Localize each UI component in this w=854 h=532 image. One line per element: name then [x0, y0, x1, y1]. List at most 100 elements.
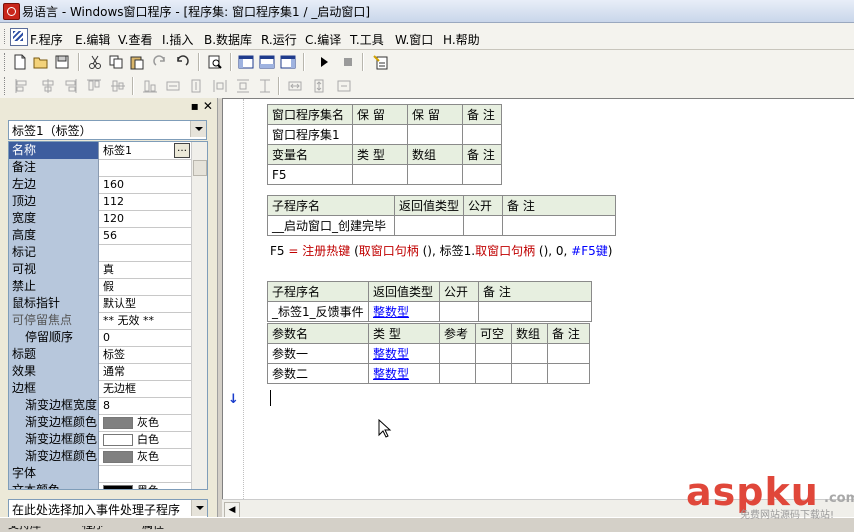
- table-cell[interactable]: __启动窗口_创建完毕: [267, 215, 395, 236]
- center-icon[interactable]: [257, 78, 273, 94]
- table-cell[interactable]: 参数二: [267, 363, 369, 384]
- table-cell[interactable]: 整数型: [368, 363, 440, 384]
- paste-icon[interactable]: [129, 54, 145, 70]
- menu-grip[interactable]: [4, 29, 8, 44]
- vertical-center-icon[interactable]: [311, 78, 327, 94]
- panel-close-icon[interactable]: ▪ ✕: [191, 99, 213, 113]
- toolbar-grip[interactable]: [4, 53, 8, 71]
- property-row[interactable]: 可停留焦点 ** 无效 **: [9, 312, 191, 330]
- table-cell[interactable]: 公开: [439, 281, 479, 302]
- menu-program[interactable]: F.程序: [30, 31, 63, 48]
- property-value[interactable]: 通常: [100, 363, 191, 380]
- chevron-down-icon[interactable]: [190, 121, 206, 137]
- table-cell[interactable]: [475, 363, 512, 384]
- menu-edit[interactable]: E.编辑: [75, 31, 110, 48]
- table-cell[interactable]: [439, 363, 476, 384]
- tab-order-icon[interactable]: [336, 78, 352, 94]
- chevron-down-icon[interactable]: [191, 500, 207, 516]
- align-right-icon[interactable]: [62, 78, 78, 94]
- scroll-thumb[interactable]: [193, 160, 207, 176]
- property-row[interactable]: 鼠标指针 默认型: [9, 295, 191, 313]
- undo-icon[interactable]: [174, 54, 190, 70]
- property-value[interactable]: 160: [100, 176, 191, 193]
- menu-insert[interactable]: I.插入: [162, 31, 193, 48]
- property-value[interactable]: 假: [100, 278, 191, 295]
- property-value[interactable]: 灰色: [100, 414, 191, 431]
- toolbar-grip[interactable]: [4, 77, 8, 95]
- table-cell[interactable]: 可空: [475, 323, 512, 344]
- scroll-up-icon[interactable]: [193, 143, 205, 157]
- menu-compile[interactable]: C.编译: [305, 31, 341, 48]
- redo-icon[interactable]: [152, 54, 168, 70]
- property-value[interactable]: [100, 244, 191, 261]
- menu-run[interactable]: R.运行: [261, 31, 297, 48]
- menu-database[interactable]: B.数据库: [204, 31, 252, 48]
- table-cell[interactable]: 窗口程序集1: [267, 124, 353, 145]
- stop-icon[interactable]: [340, 54, 356, 70]
- table-cell[interactable]: F5: [267, 164, 353, 185]
- table-cell[interactable]: 整数型: [368, 343, 440, 364]
- align-bottom-icon[interactable]: [142, 78, 158, 94]
- scroll-left-icon[interactable]: ◀: [224, 502, 240, 518]
- property-row[interactable]: 字体: [9, 465, 191, 483]
- property-value[interactable]: 56: [100, 227, 191, 244]
- property-value[interactable]: [100, 159, 191, 176]
- property-row[interactable]: 渐变边框颜色 灰色: [9, 448, 191, 466]
- new-file-icon[interactable]: [12, 54, 28, 70]
- same-height-icon[interactable]: [188, 78, 204, 94]
- run-icon[interactable]: [316, 54, 332, 70]
- table-cell[interactable]: 参数一: [267, 343, 369, 364]
- property-row[interactable]: 停留顺序 0: [9, 329, 191, 347]
- debug-icon[interactable]: [372, 54, 388, 70]
- table-cell[interactable]: 返回值类型: [368, 281, 440, 302]
- property-row[interactable]: 左边 160: [9, 176, 191, 194]
- table-cell[interactable]: [463, 215, 504, 236]
- table-cell[interactable]: 备 注: [547, 323, 590, 344]
- property-row[interactable]: 备注: [9, 159, 191, 177]
- property-value[interactable]: 标签: [100, 346, 191, 363]
- table-cell[interactable]: 公开: [463, 195, 504, 216]
- table-cell[interactable]: 数组: [511, 323, 548, 344]
- property-value[interactable]: 白色: [100, 431, 191, 448]
- code-line[interactable]: F5 = 注册热键 (取窗口句柄 (), 标签1.取窗口句柄 (), 0, #F…: [270, 242, 612, 259]
- table-cell[interactable]: [439, 343, 476, 364]
- property-value[interactable]: 默认型: [100, 295, 191, 312]
- same-width-icon[interactable]: [165, 78, 181, 94]
- layout3-icon[interactable]: [280, 54, 296, 70]
- horizontal-center-icon[interactable]: [287, 78, 303, 94]
- table-cell[interactable]: _标签1_反馈事件: [267, 301, 369, 322]
- table-cell[interactable]: [407, 124, 463, 145]
- property-value[interactable]: 灰色: [100, 448, 191, 465]
- table-cell[interactable]: 参考: [439, 323, 476, 344]
- property-value[interactable]: 0: [100, 329, 191, 346]
- table-cell[interactable]: [547, 363, 590, 384]
- code-editor[interactable]: ↓ 窗口程序集名保 留保 留备 注窗口程序集1 变量名类 型数组备 注 F5 子程序…: [222, 98, 854, 499]
- table-cell[interactable]: 整数型: [368, 301, 440, 322]
- table-cell[interactable]: 类 型: [368, 323, 440, 344]
- menu-window[interactable]: W.窗口: [395, 31, 433, 48]
- v-space-icon[interactable]: [235, 78, 251, 94]
- align-left-icon[interactable]: [14, 78, 30, 94]
- property-scrollbar[interactable]: [191, 142, 207, 489]
- save-icon[interactable]: [54, 54, 70, 70]
- property-row[interactable]: 名称 标签1…: [9, 142, 191, 160]
- table-cell[interactable]: 备 注: [462, 144, 502, 165]
- table-cell[interactable]: 返回值类型: [393, 195, 465, 216]
- table-cell[interactable]: 备 注: [462, 104, 502, 125]
- table-cell[interactable]: [511, 363, 548, 384]
- property-value[interactable]: 标签1…: [100, 142, 191, 159]
- property-row[interactable]: 高度 56: [9, 227, 191, 245]
- table-cell[interactable]: [407, 164, 463, 185]
- property-row[interactable]: 渐变边框颜色 灰色: [9, 414, 191, 432]
- property-value[interactable]: 120: [100, 210, 191, 227]
- table-cell[interactable]: 数组: [407, 144, 463, 165]
- property-row[interactable]: 禁止假: [9, 278, 191, 296]
- table-cell[interactable]: [352, 124, 408, 145]
- property-value[interactable]: [100, 465, 191, 482]
- property-value[interactable]: 无边框: [100, 380, 191, 397]
- cut-icon[interactable]: [87, 54, 103, 70]
- property-value[interactable]: 黑色: [100, 482, 191, 489]
- property-value[interactable]: 112: [100, 193, 191, 210]
- find-icon[interactable]: [207, 54, 223, 70]
- open-folder-icon[interactable]: [33, 54, 49, 70]
